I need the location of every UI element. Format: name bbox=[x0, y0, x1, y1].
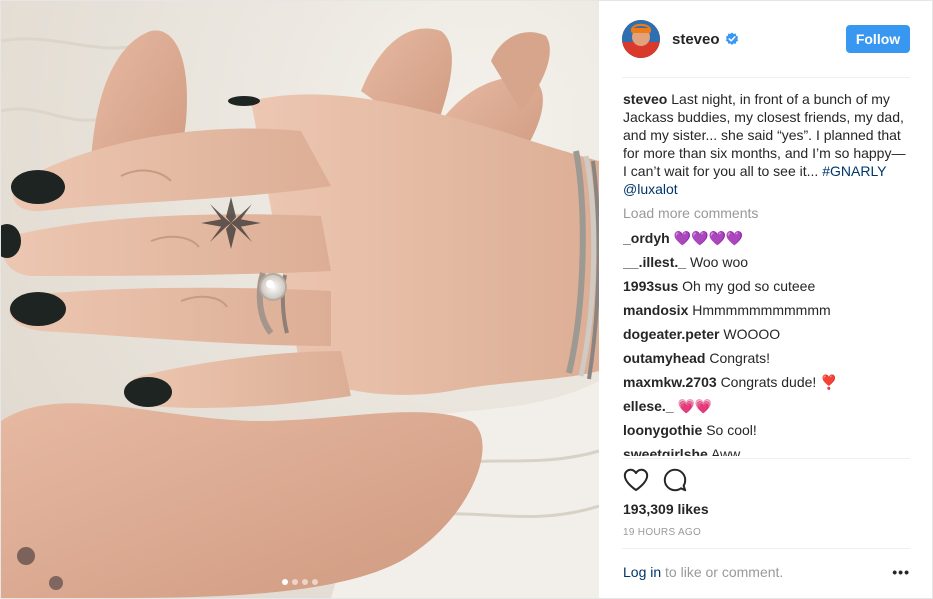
login-prompt-text: to like or comment. bbox=[665, 564, 784, 580]
footer-divider bbox=[622, 548, 910, 549]
post-header: steveo Follow bbox=[622, 17, 910, 61]
comment-item: ellese._ 💗💗 bbox=[623, 397, 913, 415]
comment-username[interactable]: outamyhead bbox=[623, 350, 705, 366]
comment-username[interactable]: ellese._ bbox=[623, 398, 674, 414]
comment-text: 💜💜💜💜 bbox=[673, 230, 744, 246]
comment-text: So cool! bbox=[706, 422, 757, 438]
carousel-dot[interactable] bbox=[312, 579, 318, 585]
load-more-comments-button[interactable]: Load more comments bbox=[623, 204, 913, 222]
hands-with-ring-image bbox=[1, 28, 599, 598]
comment-username[interactable]: loonygothie bbox=[623, 422, 702, 438]
post-photo[interactable] bbox=[1, 1, 599, 598]
ellipsis-icon[interactable]: ••• bbox=[892, 564, 910, 580]
post-username[interactable]: steveo bbox=[672, 31, 720, 48]
login-link[interactable]: Log in bbox=[623, 564, 661, 580]
comment-text: 💗💗 bbox=[677, 398, 713, 414]
carousel-indicator bbox=[282, 579, 318, 585]
comment-item: outamyhead Congrats! bbox=[623, 349, 913, 367]
post-actions bbox=[623, 468, 687, 492]
speech-bubble-icon[interactable] bbox=[663, 468, 687, 492]
carousel-dot[interactable] bbox=[282, 579, 288, 585]
comment-username[interactable]: __.illest._ bbox=[623, 254, 686, 270]
instagram-post: steveo Follow steveo Last night, in fron… bbox=[0, 0, 933, 599]
likes-count[interactable]: 193,309 likes bbox=[623, 501, 709, 517]
avatar-image bbox=[622, 20, 660, 58]
comments-section[interactable]: steveo Last night, in front of a bunch o… bbox=[623, 90, 913, 456]
comment-username[interactable]: 1993sus bbox=[623, 278, 678, 294]
actions-divider bbox=[622, 458, 910, 459]
comment-text: Woo woo bbox=[689, 254, 749, 270]
heart-outline-icon[interactable] bbox=[623, 468, 649, 492]
carousel-dot[interactable] bbox=[302, 579, 308, 585]
comment-username[interactable]: _ordyh bbox=[623, 230, 670, 246]
comment-item: sweetgirlshe Aww bbox=[623, 445, 913, 456]
post-footer: Log in to like or comment. ••• bbox=[623, 564, 910, 580]
comment-item: __.illest._ Woo woo bbox=[623, 253, 913, 271]
comment-item: dogeater.peter WOOOO bbox=[623, 325, 913, 343]
comment-username[interactable]: mandosix bbox=[623, 302, 688, 318]
carousel-dot[interactable] bbox=[292, 579, 298, 585]
comment-text: Hmmmmmmmmmmm bbox=[692, 302, 831, 318]
avatar[interactable] bbox=[622, 20, 660, 58]
comment-item: _ordyh 💜💜💜💜 bbox=[623, 229, 913, 247]
comment-username[interactable]: sweetgirlshe bbox=[623, 446, 708, 456]
post-caption: steveo Last night, in front of a bunch o… bbox=[623, 90, 913, 198]
comment-text: Congrats dude! ❣️ bbox=[720, 374, 838, 390]
comment-text: Oh my god so cuteee bbox=[682, 278, 816, 294]
caption-username[interactable]: steveo bbox=[623, 91, 667, 107]
header-divider bbox=[622, 77, 910, 78]
comment-item: maxmkw.2703 Congrats dude! ❣️ bbox=[623, 373, 913, 391]
comment-item: mandosix Hmmmmmmmmmmm bbox=[623, 301, 913, 319]
caption-mention[interactable]: @luxalot bbox=[623, 181, 678, 197]
verified-badge-icon bbox=[725, 32, 738, 45]
post-sidebar: steveo Follow steveo Last night, in fron… bbox=[600, 1, 932, 598]
follow-button[interactable]: Follow bbox=[846, 25, 910, 53]
comment-text: Congrats! bbox=[709, 350, 771, 366]
comment-item: 1993sus Oh my god so cuteee bbox=[623, 277, 913, 295]
post-timestamp[interactable]: 19 HOURS AGO bbox=[623, 527, 701, 538]
comment-username[interactable]: maxmkw.2703 bbox=[623, 374, 717, 390]
comment-username[interactable]: dogeater.peter bbox=[623, 326, 719, 342]
comment-text: Aww bbox=[710, 446, 741, 456]
comment-item: loonygothie So cool! bbox=[623, 421, 913, 439]
caption-hashtag[interactable]: #GNARLY bbox=[822, 163, 886, 179]
comment-text: WOOOO bbox=[723, 326, 781, 342]
